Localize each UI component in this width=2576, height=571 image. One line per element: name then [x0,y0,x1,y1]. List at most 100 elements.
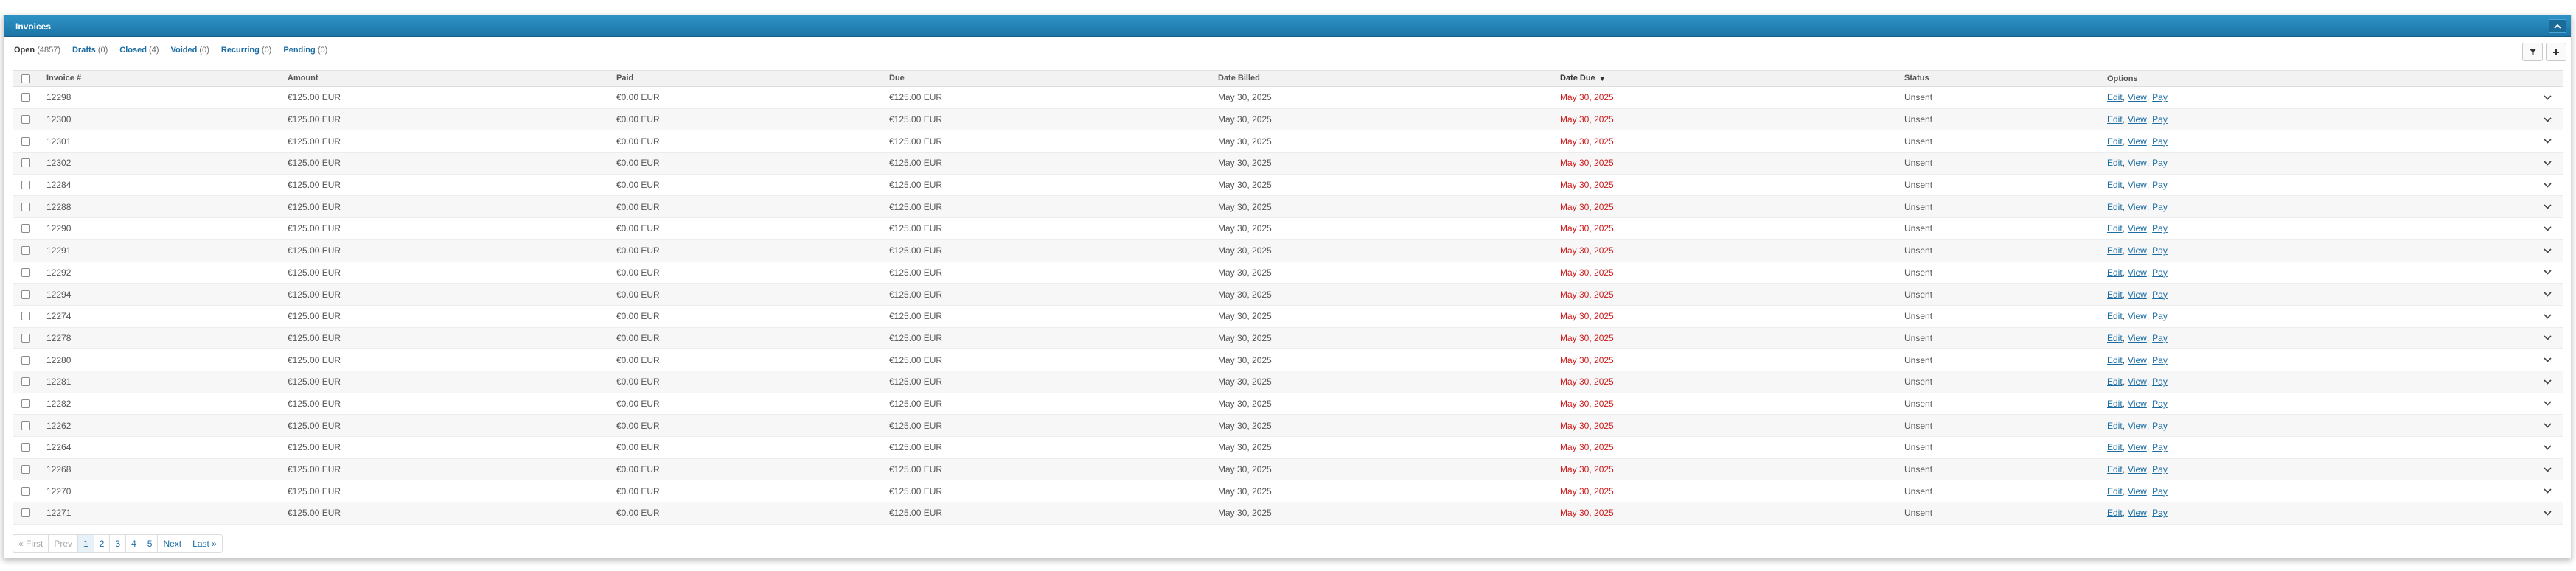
pay-link[interactable]: Pay [2152,355,2168,365]
edit-link[interactable]: Edit [2107,421,2123,431]
row-checkbox[interactable] [21,465,30,474]
col-status[interactable]: Status [1904,71,1929,86]
edit-link[interactable]: Edit [2107,311,2123,321]
page-5-button[interactable]: 5 [141,534,159,553]
row-expand-button[interactable] [2540,349,2555,371]
pay-link[interactable]: Pay [2152,421,2168,431]
filter-voided[interactable]: Voided (0) [171,46,209,55]
row-expand-button[interactable] [2540,459,2555,480]
view-link[interactable]: View [2128,442,2147,452]
edit-link[interactable]: Edit [2107,92,2123,102]
edit-link[interactable]: Edit [2107,267,2123,278]
pay-link[interactable]: Pay [2152,376,2168,387]
edit-link[interactable]: Edit [2107,114,2123,125]
filter-drafts[interactable]: Drafts (0) [72,46,108,55]
row-expand-button[interactable] [2540,502,2555,524]
row-checkbox[interactable] [21,158,30,168]
col-amount[interactable]: Amount [288,71,318,86]
collapse-button[interactable] [2549,19,2566,33]
edit-link[interactable]: Edit [2107,399,2123,409]
page-4-button[interactable]: 4 [125,534,142,553]
row-expand-button[interactable] [2540,153,2555,174]
row-checkbox[interactable] [21,508,30,518]
edit-link[interactable]: Edit [2107,158,2123,168]
view-link[interactable]: View [2128,290,2147,300]
edit-link[interactable]: Edit [2107,223,2123,234]
row-checkbox[interactable] [21,115,30,125]
pay-link[interactable]: Pay [2152,267,2168,278]
row-expand-button[interactable] [2540,284,2555,305]
row-checkbox[interactable] [21,333,30,343]
row-expand-button[interactable] [2540,196,2555,217]
filter-recurring[interactable]: Recurring (0) [221,46,271,55]
row-expand-button[interactable] [2540,437,2555,458]
row-expand-button[interactable] [2540,240,2555,262]
edit-link[interactable]: Edit [2107,464,2123,474]
view-link[interactable]: View [2128,136,2147,147]
view-link[interactable]: View [2128,92,2147,102]
filter-open[interactable]: Open (4857) [14,46,60,55]
col-paid[interactable]: Paid [616,71,634,86]
row-checkbox[interactable] [21,421,30,430]
row-checkbox[interactable] [21,486,30,496]
row-expand-button[interactable] [2540,262,2555,284]
filter-button[interactable] [2522,43,2543,61]
pay-link[interactable]: Pay [2152,333,2168,343]
page-2-button[interactable]: 2 [93,534,111,553]
prev-page-button[interactable]: Prev [48,534,79,553]
edit-link[interactable]: Edit [2107,333,2123,343]
last-page-button[interactable]: Last » [187,534,223,553]
row-expand-button[interactable] [2540,130,2555,152]
view-link[interactable]: View [2128,223,2147,234]
filter-pending[interactable]: Pending (0) [283,46,327,55]
add-invoice-button[interactable] [2546,43,2566,61]
pay-link[interactable]: Pay [2152,464,2168,474]
view-link[interactable]: View [2128,311,2147,321]
view-link[interactable]: View [2128,355,2147,365]
view-link[interactable]: View [2128,114,2147,125]
edit-link[interactable]: Edit [2107,136,2123,147]
view-link[interactable]: View [2128,486,2147,497]
pay-link[interactable]: Pay [2152,202,2168,212]
row-checkbox[interactable] [21,290,30,299]
pay-link[interactable]: Pay [2152,486,2168,497]
col-date-due[interactable]: Date Due ▼ [1560,71,1606,86]
pay-link[interactable]: Pay [2152,290,2168,300]
row-expand-button[interactable] [2540,87,2555,108]
row-expand-button[interactable] [2540,480,2555,502]
edit-link[interactable]: Edit [2107,486,2123,497]
row-checkbox[interactable] [21,399,30,408]
row-checkbox[interactable] [21,93,30,102]
pay-link[interactable]: Pay [2152,508,2168,518]
next-page-button[interactable]: Next [157,534,188,553]
view-link[interactable]: View [2128,245,2147,256]
col-invoice-number[interactable]: Invoice # [46,71,82,86]
view-link[interactable]: View [2128,180,2147,190]
row-expand-button[interactable] [2540,218,2555,239]
pay-link[interactable]: Pay [2152,136,2168,147]
view-link[interactable]: View [2128,399,2147,409]
pay-link[interactable]: Pay [2152,399,2168,409]
edit-link[interactable]: Edit [2107,290,2123,300]
row-checkbox[interactable] [21,312,30,321]
first-page-button[interactable]: « First [13,534,49,553]
view-link[interactable]: View [2128,508,2147,518]
view-link[interactable]: View [2128,202,2147,212]
row-checkbox[interactable] [21,136,30,146]
select-all-checkbox[interactable] [21,74,30,83]
col-due[interactable]: Due [889,71,905,86]
row-expand-button[interactable] [2540,415,2555,436]
pay-link[interactable]: Pay [2152,245,2168,256]
view-link[interactable]: View [2128,421,2147,431]
row-expand-button[interactable] [2540,371,2555,393]
view-link[interactable]: View [2128,376,2147,387]
row-checkbox[interactable] [21,202,30,211]
row-checkbox[interactable] [21,181,30,190]
row-expand-button[interactable] [2540,109,2555,130]
row-checkbox[interactable] [21,443,30,452]
edit-link[interactable]: Edit [2107,376,2123,387]
edit-link[interactable]: Edit [2107,355,2123,365]
edit-link[interactable]: Edit [2107,202,2123,212]
row-expand-button[interactable] [2540,306,2555,327]
pay-link[interactable]: Pay [2152,442,2168,452]
